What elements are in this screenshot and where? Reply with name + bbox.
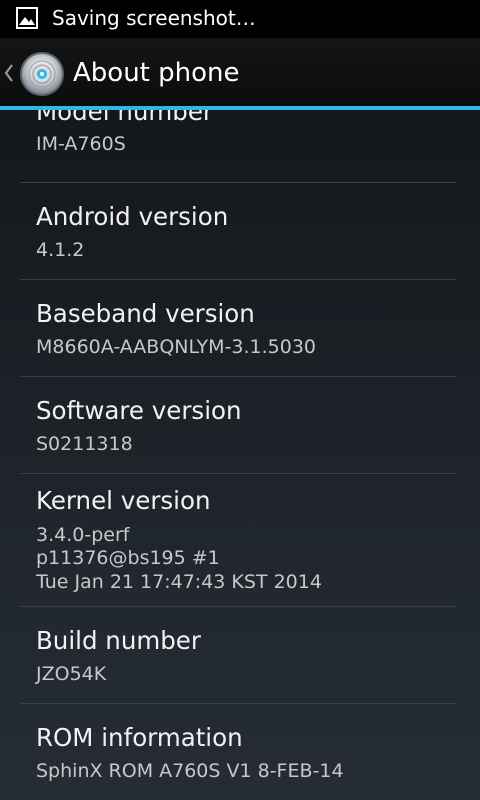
item-summary: M8660A-AABQNLYM-3.1.5030: [36, 336, 317, 358]
list-item-android-version[interactable]: Android version 4.1.2: [0, 183, 480, 279]
image-icon: [16, 7, 38, 29]
list-item-kernel-version[interactable]: Kernel version 3.4.0-perf p11376@bs195 #…: [0, 474, 480, 606]
item-title: ROM information: [36, 723, 243, 752]
item-summary-line: Tue Jan 21 17:47:43 KST 2014: [36, 571, 322, 593]
item-title: Baseband version: [36, 299, 255, 328]
item-title: Android version: [36, 202, 229, 231]
settings-list[interactable]: Model number IM-A760S Android version 4.…: [0, 110, 480, 800]
item-summary-line: p11376@bs195 #1: [36, 547, 220, 569]
item-summary: 4.1.2: [36, 239, 85, 261]
page-title: About phone: [73, 58, 240, 88]
list-item-model-number[interactable]: Model number IM-A760S: [0, 110, 480, 182]
item-title: Kernel version: [36, 486, 211, 515]
list-item-rom-information[interactable]: ROM information SphinX ROM A760S V1 8-FE…: [0, 704, 480, 800]
item-title: Software version: [36, 396, 242, 425]
item-summary: SphinX ROM A760S V1 8-FEB-14: [36, 760, 344, 782]
item-summary: JZO54K: [36, 663, 107, 685]
item-title: Model number: [36, 110, 213, 126]
chevron-left-icon: [4, 64, 13, 82]
notification-text: Saving screenshot…: [52, 6, 256, 30]
list-item-build-number[interactable]: Build number JZO54K: [0, 607, 480, 703]
item-summary: IM-A760S: [36, 133, 126, 155]
item-summary: S0211318: [36, 433, 133, 455]
list-item-software-version[interactable]: Software version S0211318: [0, 377, 480, 473]
status-bar: Saving screenshot…: [0, 0, 480, 38]
action-bar: [0, 38, 480, 106]
item-title: Build number: [36, 626, 201, 655]
list-item-baseband-version[interactable]: Baseband version M8660A-AABQNLYM-3.1.503…: [0, 280, 480, 376]
about-phone-screen: Saving screenshot… About phone Model num…: [0, 0, 480, 800]
item-summary-line: 3.4.0-perf: [36, 524, 130, 546]
settings-disc-icon: [20, 52, 64, 96]
